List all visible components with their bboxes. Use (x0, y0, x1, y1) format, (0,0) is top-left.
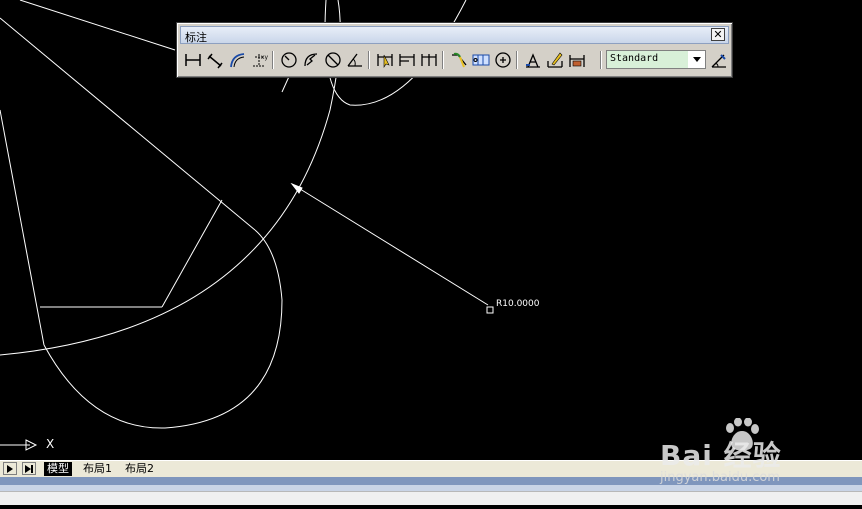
dimension-style-select[interactable]: Standard (606, 50, 706, 69)
dimension-text-edit-icon (546, 52, 563, 68)
tab-nav-next-button[interactable] (3, 462, 17, 475)
dimension-text-edit-button[interactable] (544, 49, 565, 71)
tolerance-button[interactable] (470, 49, 491, 71)
dimension-update-button[interactable] (566, 49, 587, 71)
dimension-update-icon (568, 55, 585, 67)
play-right-icon (7, 464, 13, 473)
tab-layout2[interactable]: 布局2 (122, 462, 157, 476)
dimension-edit-icon (525, 53, 540, 68)
toolbar-separator (600, 51, 602, 69)
angular-dimension-button[interactable] (344, 49, 365, 71)
aligned-dimension-icon (206, 53, 223, 69)
svg-text:xy: xy (261, 54, 268, 61)
close-icon: ✕ (713, 28, 723, 41)
linear-dimension-button[interactable] (182, 49, 203, 71)
quick-dimension-button[interactable] (374, 49, 395, 71)
top-line (19, 0, 176, 51)
quick-leader-button[interactable] (448, 49, 469, 71)
close-button[interactable]: ✕ (711, 28, 725, 41)
toolbar-separator (368, 51, 370, 69)
jogged-radius-icon (303, 53, 317, 67)
quick-leader-icon (451, 52, 467, 68)
radius-dimension-text[interactable]: R10.0000 (496, 299, 539, 309)
ucs-icon: X (0, 436, 70, 456)
tab-layout1[interactable]: 布局1 (80, 462, 115, 476)
x-axis-arrow-icon (0, 439, 38, 451)
status-strip (0, 505, 862, 509)
angular-dimension-icon (346, 53, 362, 67)
toolbar-separator (272, 51, 274, 69)
watermark: Bai 经验 jingyan.baidu.com (660, 418, 850, 490)
toolbar-separator (516, 51, 518, 69)
watermark-url: jingyan.baidu.com (660, 470, 780, 485)
diameter-dimension-button[interactable] (322, 49, 343, 71)
baseline-dimension-button[interactable] (396, 49, 417, 71)
radius-dimension-button[interactable] (278, 49, 299, 71)
dimension-style-button[interactable] (708, 49, 729, 71)
dimension-edit-button[interactable] (522, 49, 543, 71)
quick-dimension-icon (376, 54, 393, 68)
chevron-down-icon[interactable] (688, 51, 705, 68)
toolbar-separator (442, 51, 444, 69)
dimension-leader (291, 183, 489, 306)
dimension-style-icon (711, 54, 726, 68)
toolbar-title: 标注 (185, 31, 207, 44)
dimension-style-value: Standard (610, 53, 659, 64)
ordinate-dimension-icon: xy (252, 54, 268, 67)
tab-nav-last-button[interactable] (22, 462, 36, 475)
radius-dimension-icon (280, 52, 297, 68)
arc-length-button[interactable] (226, 49, 247, 71)
linear-dimension-icon (184, 54, 201, 66)
arc-length-icon (229, 53, 244, 68)
slanted-line (0, 109, 45, 346)
inner-line (161, 199, 223, 308)
center-mark-button[interactable] (492, 49, 513, 71)
toolbar-buttons: xy Standard (182, 49, 727, 73)
diameter-dimension-icon (324, 52, 341, 68)
x-axis-label: X (46, 437, 55, 451)
tab-model[interactable]: 模型 (44, 462, 72, 476)
aligned-dimension-button[interactable] (204, 49, 225, 71)
dimension-toolbar[interactable]: 标注 ✕ xy Standard (176, 22, 733, 78)
watermark-title: Bai 经验 (660, 439, 782, 472)
command-line[interactable] (0, 491, 862, 506)
tolerance-icon (472, 54, 489, 66)
baseline-dimension-icon (398, 54, 415, 66)
center-mark-icon (494, 52, 511, 68)
continue-dimension-icon (420, 54, 437, 66)
lower-arc (43, 229, 283, 429)
continue-dimension-button[interactable] (418, 49, 439, 71)
grip-point (486, 306, 494, 314)
toolbar-titlebar[interactable]: 标注 ✕ (180, 26, 729, 44)
jogged-radius-button[interactable] (300, 49, 321, 71)
skip-end-icon (25, 464, 33, 473)
ordinate-dimension-button[interactable]: xy (248, 49, 269, 71)
